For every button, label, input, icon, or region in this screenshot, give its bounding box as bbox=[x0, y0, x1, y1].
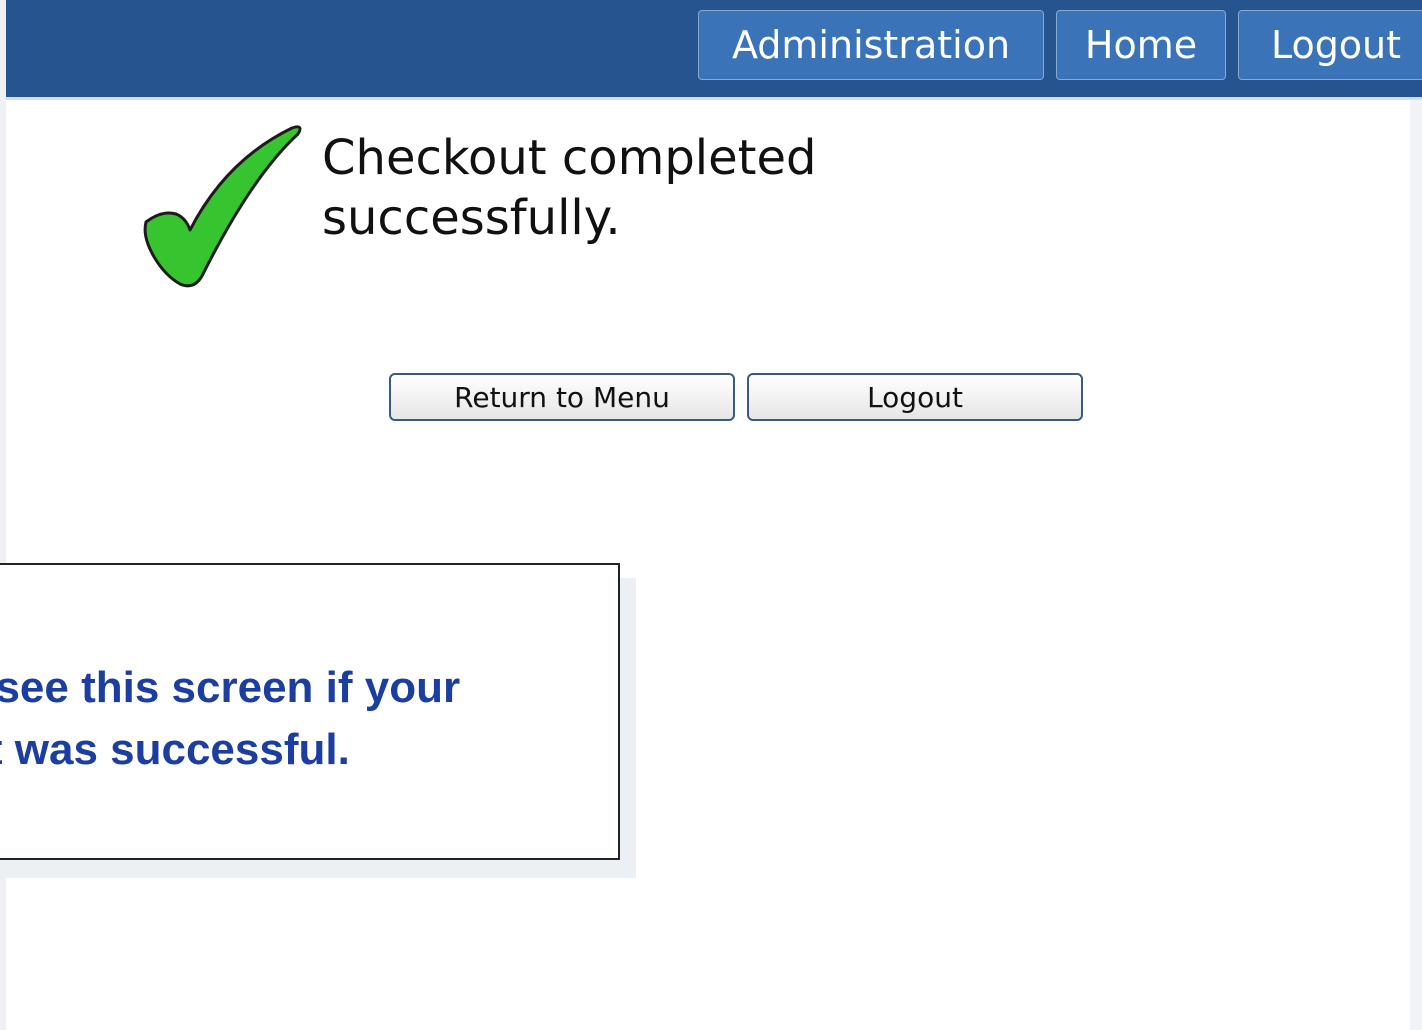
logout-button[interactable]: Logout bbox=[747, 373, 1083, 421]
page-edge-right bbox=[1410, 100, 1422, 1030]
instruction-callout: l see this screen if your pt was success… bbox=[0, 563, 620, 860]
callout-text: l see this screen if your pt was success… bbox=[0, 657, 618, 781]
top-navigation-bar: Administration Home Logout bbox=[6, 0, 1422, 100]
checkmark-icon bbox=[143, 125, 302, 288]
nav-administration-button[interactable]: Administration bbox=[698, 10, 1044, 80]
return-to-menu-button[interactable]: Return to Menu bbox=[389, 373, 735, 421]
callout-line-2: pt was successful. bbox=[0, 725, 350, 774]
nav-logout-button[interactable]: Logout bbox=[1238, 10, 1422, 80]
nav-home-button[interactable]: Home bbox=[1056, 10, 1226, 80]
checkout-success-message: Checkout completed successfully. bbox=[322, 130, 817, 246]
callout-line-1: l see this screen if your bbox=[0, 663, 461, 712]
